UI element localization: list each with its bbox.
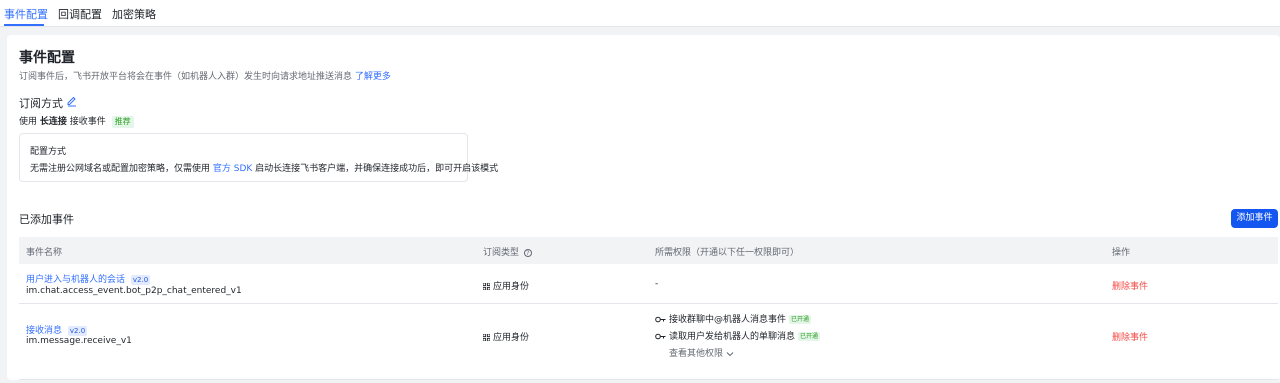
learn-more-link[interactable]: 了解更多 <box>355 72 391 82</box>
version-badge: v2.0 <box>67 325 88 336</box>
method-prefix: 使用 <box>19 117 38 127</box>
recommend-tag: 推荐 <box>111 116 134 128</box>
top-tabbar: 事件配置 回调配置 加密策略 <box>0 0 1280 27</box>
table-row: 接收消息 v2.0 im.message.receive_v1 应用身份 接收群… <box>19 304 1278 380</box>
permission-label: 读取用户发给机器人的单聊消息 <box>669 332 796 342</box>
config-desc-before: 无需注册公网域名或配置加密策略，仅需使用 <box>30 164 211 174</box>
subscription-title: 订阅方式 <box>19 97 63 110</box>
version-badge: v2.0 <box>130 274 151 285</box>
active-tab-indicator <box>4 24 44 26</box>
event-name-text: 接收消息 <box>26 326 63 336</box>
tab-event-config[interactable]: 事件配置 <box>4 6 48 22</box>
official-sdk-link[interactable]: 官方 SDK <box>213 164 252 174</box>
config-info-box: 配置方式 无需注册公网域名或配置加密策略，仅需使用 官方 SDK 启动长连接飞书… <box>19 133 498 182</box>
event-config-card: 事件配置 订阅事件后，飞书开放平台将会在事件（如机器人入群）发生时向请求地址推送… <box>7 35 1280 380</box>
add-event-button[interactable]: 添加事件 <box>1231 209 1278 228</box>
permission-status-badge: 已开通 <box>789 315 812 324</box>
edit-icon[interactable] <box>66 95 78 107</box>
event-name-link[interactable]: 用户进入与机器人的会话 v2.0 <box>26 272 151 285</box>
col-operations: 操作 <box>1112 248 1131 258</box>
method-mode: 长连接 <box>39 117 67 127</box>
table-row: 用户进入与机器人的会话 v2.0 im.chat.access_event.bo… <box>19 264 1278 304</box>
event-name-text: 用户进入与机器人的会话 <box>26 275 126 285</box>
app-identity-icon <box>483 283 490 290</box>
added-events-title: 已添加事件 <box>19 213 74 226</box>
event-name-link[interactable]: 接收消息 v2.0 <box>26 323 88 336</box>
config-title: 配置方式 <box>30 147 67 157</box>
subscription-type-text: 应用身份 <box>493 282 530 292</box>
col-event-name: 事件名称 <box>26 248 63 258</box>
delete-event-button[interactable]: 删除事件 <box>1112 279 1148 292</box>
key-icon <box>655 316 666 323</box>
permission-label: 接收群聊中@机器人消息事件 <box>669 315 787 325</box>
permission-empty: - <box>655 279 659 289</box>
subscription-type-cell: 应用身份 <box>483 330 529 343</box>
page-description: 订阅事件后，飞书开放平台将会在事件（如机器人入群）发生时向请求地址推送消息 了解… <box>19 69 391 82</box>
delete-event-button[interactable]: 删除事件 <box>1112 330 1148 343</box>
method-suffix: 接收事件 <box>69 117 106 127</box>
permission-status-badge: 已开通 <box>798 332 821 341</box>
app-identity-icon <box>483 334 490 341</box>
config-desc-after: 启动长连接飞书客户端，并确保连接成功后，即可开启该模式 <box>255 164 499 174</box>
col-subscription-type: 订阅类型 ? <box>483 245 532 258</box>
tab-encryption-strategy[interactable]: 加密策略 <box>112 6 156 22</box>
page-description-text: 订阅事件后，飞书开放平台将会在事件（如机器人入群）发生时向请求地址推送消息 <box>19 72 353 82</box>
event-key: im.message.receive_v1 <box>26 336 132 346</box>
key-icon <box>655 333 666 340</box>
help-icon[interactable]: ? <box>523 248 532 257</box>
subscription-method: 使用 长连接 接收事件 推荐 <box>19 114 134 128</box>
tab-callback-config[interactable]: 回调配置 <box>58 6 102 22</box>
view-more-permissions[interactable]: 查看其他权限 <box>669 346 734 359</box>
view-more-permissions-label: 查看其他权限 <box>669 349 724 359</box>
events-table-header: 事件名称 订阅类型 ? 所需权限（开通以下任一权限即可） 操作 <box>19 237 1278 264</box>
col-permissions: 所需权限（开通以下任一权限即可） <box>655 248 800 258</box>
permission-item: 接收群聊中@机器人消息事件 已开通 <box>655 312 812 325</box>
config-description: 无需注册公网域名或配置加密策略，仅需使用 官方 SDK 启动长连接飞书客户端，并… <box>30 161 498 174</box>
col-subscription-type-label: 订阅类型 <box>483 248 520 258</box>
subscription-type-cell: 应用身份 <box>483 279 529 292</box>
event-key: im.chat.access_event.bot_p2p_chat_entere… <box>26 286 242 296</box>
chevron-down-icon <box>726 351 734 356</box>
subscription-type-text: 应用身份 <box>493 333 530 343</box>
page-title: 事件配置 <box>19 50 75 66</box>
permission-item: 读取用户发给机器人的单聊消息 已开通 <box>655 329 821 342</box>
